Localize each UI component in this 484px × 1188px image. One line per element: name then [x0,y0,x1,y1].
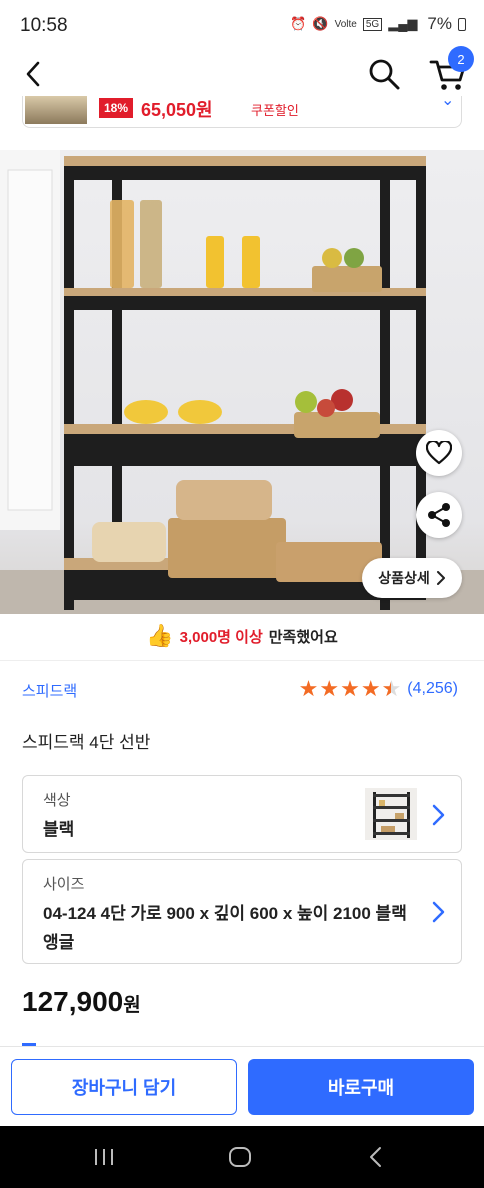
coupon-strip[interactable]: 18% 65,050원 쿠폰할인 ⌄ [22,96,462,128]
network-type-label: 5G [362,17,383,31]
divider [0,660,484,661]
thumbs-up-icon: 👍 [146,623,174,648]
home-icon [229,1147,251,1167]
product-image[interactable]: 상품상세 [0,150,484,614]
coupon-product-thumbnail [25,96,87,124]
review-count: (4,256) [407,680,458,697]
back-arrow-icon [370,1147,381,1167]
home-button[interactable] [220,1142,260,1172]
color-option-thumbnail [365,788,417,840]
satisfaction-banner: 👍 3,000명 이상 만족했어요 [0,618,484,654]
color-option-label: 색상 [43,792,71,809]
signal-icon: ▂▄▆ [388,16,418,31]
buy-now-button[interactable]: 바로구매 [248,1059,474,1115]
cart-count-badge: 2 [448,46,474,72]
product-detail-button[interactable]: 상품상세 [362,558,462,598]
status-bar: 10:58 ⏰ 🔇 Volte 5G ▂▄▆ 7% [0,0,484,52]
chevron-down-icon: ⌄ [441,96,455,109]
price-unit: 원 [123,995,141,1016]
chevron-right-icon [436,571,445,585]
coupon-price: 65,050원 [141,100,213,120]
battery-icon [458,17,466,31]
chevron-right-icon [432,804,445,826]
size-option-selector[interactable]: 사이즈 04-124 4단 가로 900 x 깊이 600 x 높이 2100 … [22,859,462,964]
mute-icon: 🔇 [312,16,329,31]
status-time: 10:58 [20,15,68,36]
star-icon: ★ [340,676,360,701]
color-option-value: 블랙 [43,820,75,839]
alarm-icon: ⏰ [290,16,307,31]
star-icon: ★ [360,676,381,701]
chevron-left-icon [26,61,40,87]
shelf-photo [0,150,484,614]
product-detail-label: 상품상세 [378,570,430,586]
satisfaction-highlight: 3,000명 이상 [179,628,263,646]
recent-apps-icon [95,1149,113,1165]
color-option-selector[interactable]: 색상 블랙 [22,775,462,853]
system-back-button[interactable] [356,1142,396,1172]
brand-link[interactable]: 스피드랙 [22,680,77,701]
star-icon: ★ [319,676,340,701]
search-icon [369,59,400,90]
shelf-thumbnail-image [373,792,410,838]
product-price: 127,900원 [22,986,141,1018]
size-option-label: 사이즈 [43,876,85,893]
chevron-right-icon [432,901,445,923]
coupon-label: 쿠폰할인 [251,103,299,118]
share-icon [428,503,450,527]
back-button[interactable] [18,56,48,92]
volte-label: Volte [334,18,357,30]
search-button[interactable] [366,56,402,92]
battery-level: 7% [427,14,452,33]
size-option-value: 04-124 4단 가로 900 x 깊이 600 x 높이 2100 블랙앵글 [43,904,407,952]
system-navigation-bar [0,1126,484,1188]
add-to-cart-button[interactable]: 장바구니 담기 [11,1059,237,1115]
recent-apps-button[interactable] [84,1142,124,1172]
share-button[interactable] [416,492,462,538]
satisfaction-text: 만족했어요 [268,628,338,646]
rating[interactable]: ★ ★ ★ ★ ★ (4,256) [298,676,458,701]
star-icon: ★ [298,676,319,701]
bottom-action-bar: 장바구니 담기 바로구매 [0,1046,484,1126]
nav-bar: 2 [0,46,484,96]
half-star-icon: ★ [382,678,402,701]
rating-stars: ★ ★ ★ ★ ★ [298,676,402,701]
heart-icon [426,441,452,465]
coupon-discount-rate: 18% [99,98,134,118]
like-button[interactable] [416,430,462,476]
product-title: 스피드랙 4단 선반 [22,733,151,752]
status-icons: ⏰ 🔇 Volte 5G ▂▄▆ 7% [290,14,466,34]
price-amount: 127,900 [22,986,124,1017]
